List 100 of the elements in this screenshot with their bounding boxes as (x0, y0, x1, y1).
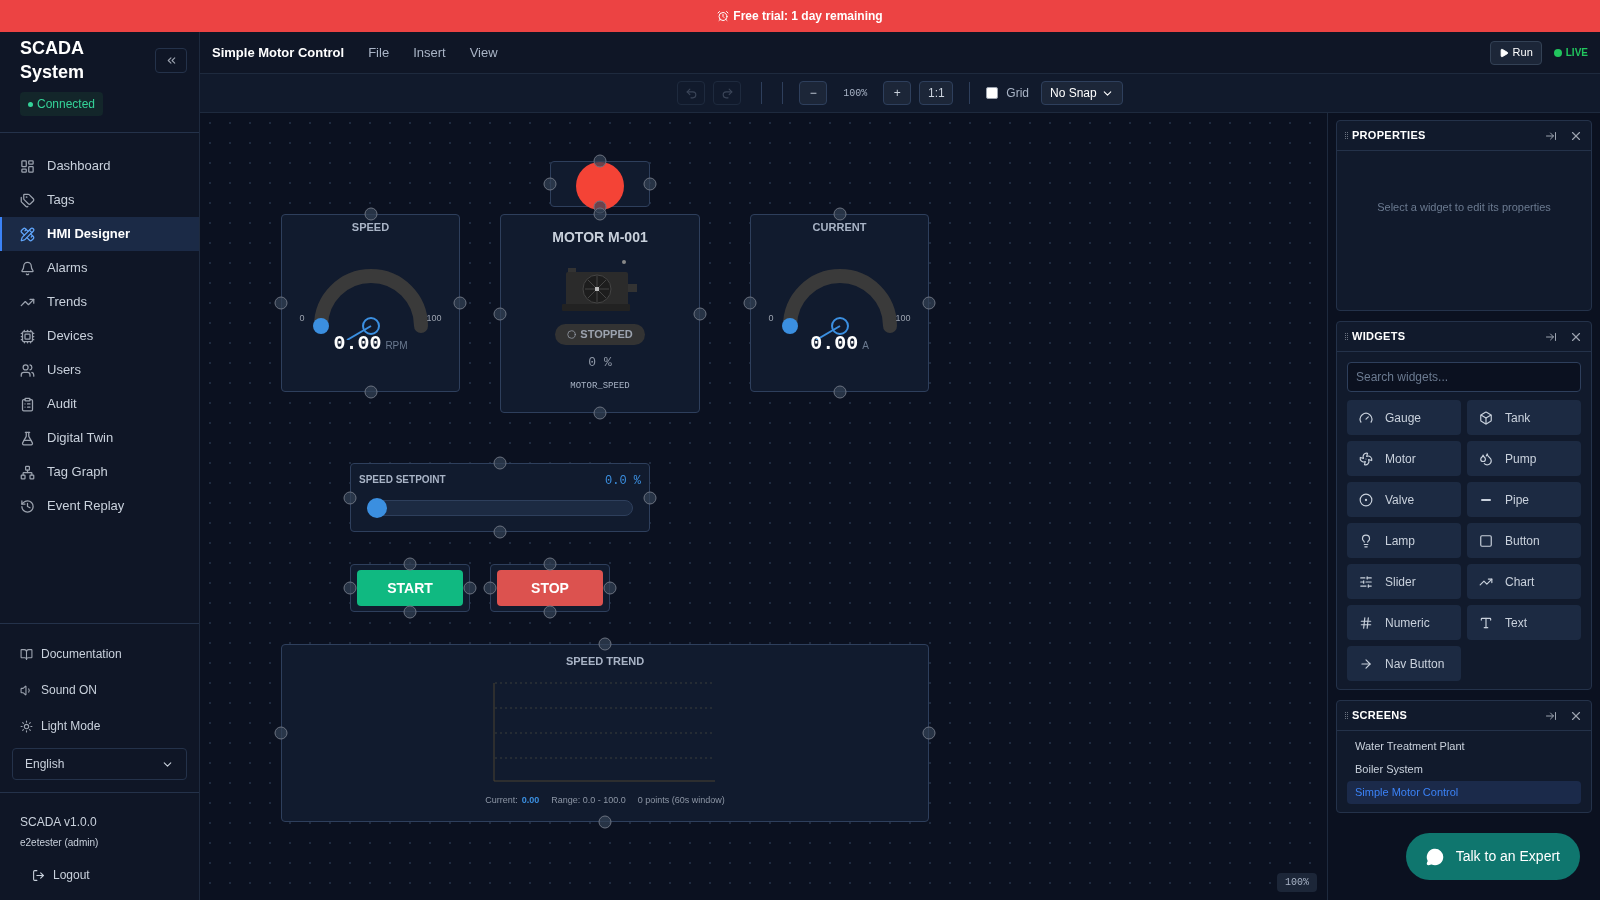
widget-palette-item[interactable]: Chart (1467, 564, 1581, 599)
bell-icon (20, 260, 35, 276)
motor-widget[interactable]: MOTOR M-001 STOPPED 0 % MOTOR_SPEED (500, 214, 700, 413)
drag-grip-icon[interactable] (1345, 333, 1348, 340)
nav-item[interactable]: Audit (0, 387, 199, 421)
fan-icon (1359, 451, 1373, 466)
language-select[interactable]: English (12, 748, 187, 780)
tag-icon (20, 192, 35, 208)
flask-icon (20, 430, 35, 446)
reset-zoom-button[interactable]: 1:1 (919, 81, 954, 105)
connection-handle[interactable] (493, 307, 507, 320)
action-button[interactable]: STOP (497, 570, 603, 606)
gauge-widget[interactable]: CURRENT 0 100 0.00 A (750, 214, 929, 392)
dock-icon[interactable] (1545, 330, 1557, 343)
nav-item[interactable]: Devices (0, 319, 199, 353)
run-button[interactable]: Run (1489, 40, 1542, 65)
nav-item[interactable]: Trends (0, 285, 199, 319)
connection-handle[interactable] (343, 581, 357, 595)
menu-item[interactable]: Insert (413, 42, 446, 63)
zoom-level: 100% (842, 86, 869, 101)
undo-icon (684, 86, 698, 100)
slider-track[interactable] (367, 498, 633, 518)
menu-item[interactable]: View (469, 42, 498, 63)
widget-palette-item[interactable]: Pump (1467, 441, 1581, 476)
collapse-button[interactable] (155, 48, 187, 73)
nav-item[interactable]: Users (0, 353, 199, 387)
clipboard-icon (20, 396, 35, 412)
connection-handle[interactable] (543, 177, 557, 191)
history-icon (20, 498, 35, 514)
zoom-in-button[interactable]: + (883, 81, 912, 105)
slider-widget[interactable]: SPEED SETPOINT 0.0 % (350, 463, 650, 532)
footer-link[interactable]: Documentation (12, 636, 187, 672)
screen-item[interactable]: Water Treatment Plant (1347, 735, 1581, 758)
dock-icon[interactable] (1545, 709, 1557, 722)
connection-handle[interactable] (274, 296, 288, 310)
connection-handle[interactable] (543, 557, 557, 571)
slider-thumb[interactable] (367, 498, 387, 518)
nav-item[interactable]: HMI Designer (0, 217, 199, 251)
connection-handle[interactable] (274, 726, 288, 740)
connection-handle[interactable] (493, 456, 507, 470)
menu-item[interactable]: File (368, 42, 390, 63)
widget-palette-item[interactable]: Valve (1347, 482, 1461, 517)
lamp-widget[interactable] (550, 161, 650, 207)
droplets-icon (1479, 451, 1493, 466)
nav-item[interactable]: Alarms (0, 251, 199, 285)
alarm-clock-icon (717, 10, 730, 22)
gauge-unit: A (862, 339, 869, 353)
widget-palette-item[interactable]: Lamp (1347, 523, 1461, 558)
slider-title: SPEED SETPOINT (359, 473, 446, 487)
drag-grip-icon[interactable] (1345, 712, 1348, 719)
trend-widget[interactable]: SPEED TREND Current: 0.00 Range: 0.0 - 100.0 0 points (60s window) (281, 644, 929, 822)
snap-select[interactable]: No Snap (1041, 81, 1123, 105)
footer-link[interactable]: Light Mode (12, 708, 187, 744)
connection-handle[interactable] (598, 637, 612, 651)
version-text: SCADA v1.0.0 (20, 814, 98, 831)
connection-handle[interactable] (364, 207, 377, 221)
nav-item[interactable]: Digital Twin (0, 421, 199, 455)
gauge-min-label: 0 (768, 311, 774, 325)
motor-status-pill: STOPPED (555, 324, 645, 345)
widget-palette-item[interactable]: Tank (1467, 400, 1581, 435)
trend-points: 0 points (60s window) (637, 793, 725, 807)
connection-handle[interactable] (483, 581, 497, 595)
screen-item[interactable]: Boiler System (1347, 758, 1581, 781)
widget-palette-item[interactable]: Nav Button (1347, 646, 1461, 681)
gauge-max-label: 100 (895, 311, 911, 325)
widget-palette-item[interactable]: Button (1467, 523, 1581, 558)
connection-handle[interactable] (743, 296, 757, 310)
widget-palette-item[interactable]: Gauge (1347, 400, 1461, 435)
connection-handle[interactable] (593, 154, 607, 168)
chat-button[interactable]: Talk to an Expert (1405, 833, 1580, 880)
widget-palette-item[interactable]: Numeric (1347, 605, 1461, 640)
square-icon (1479, 533, 1493, 548)
banner-text: Free trial: 1 day remaining (733, 8, 883, 25)
connection-handle[interactable] (403, 557, 417, 571)
widget-palette-item[interactable]: Pipe (1467, 482, 1581, 517)
grid-checkbox[interactable] (986, 87, 999, 99)
gauge-widget[interactable]: SPEED 0 100 0.00 RPM (281, 214, 460, 392)
connection-handle[interactable] (833, 207, 846, 221)
dock-icon[interactable] (1545, 129, 1557, 142)
dashboard-icon (20, 158, 35, 174)
widget-palette-item[interactable]: Slider (1347, 564, 1461, 599)
zoom-out-button[interactable]: − (799, 81, 828, 105)
nav-item[interactable]: Event Replay (0, 489, 199, 523)
circle-dot-icon (1359, 492, 1373, 507)
button-widget[interactable]: STOP (490, 564, 610, 612)
gauge-icon (1359, 410, 1373, 425)
search-field[interactable]: Search widgets... (1347, 362, 1581, 392)
logout-link[interactable]: Logout (32, 866, 179, 884)
widget-palette-item[interactable]: Motor (1347, 441, 1461, 476)
footer-link[interactable]: Sound ON (12, 672, 187, 708)
nav-item[interactable]: Tags (0, 183, 199, 217)
network-icon (20, 464, 35, 480)
panel-title: WIDGETS (1352, 329, 1407, 345)
hash-icon (1359, 615, 1373, 630)
nav-item[interactable]: Dashboard (0, 149, 199, 183)
nav-item[interactable]: Tag Graph (0, 455, 199, 489)
drag-grip-icon[interactable] (1345, 132, 1348, 139)
screen-item[interactable]: Simple Motor Control (1347, 781, 1581, 804)
widget-palette-item[interactable]: Text (1467, 605, 1581, 640)
connection-handle[interactable] (343, 491, 357, 504)
